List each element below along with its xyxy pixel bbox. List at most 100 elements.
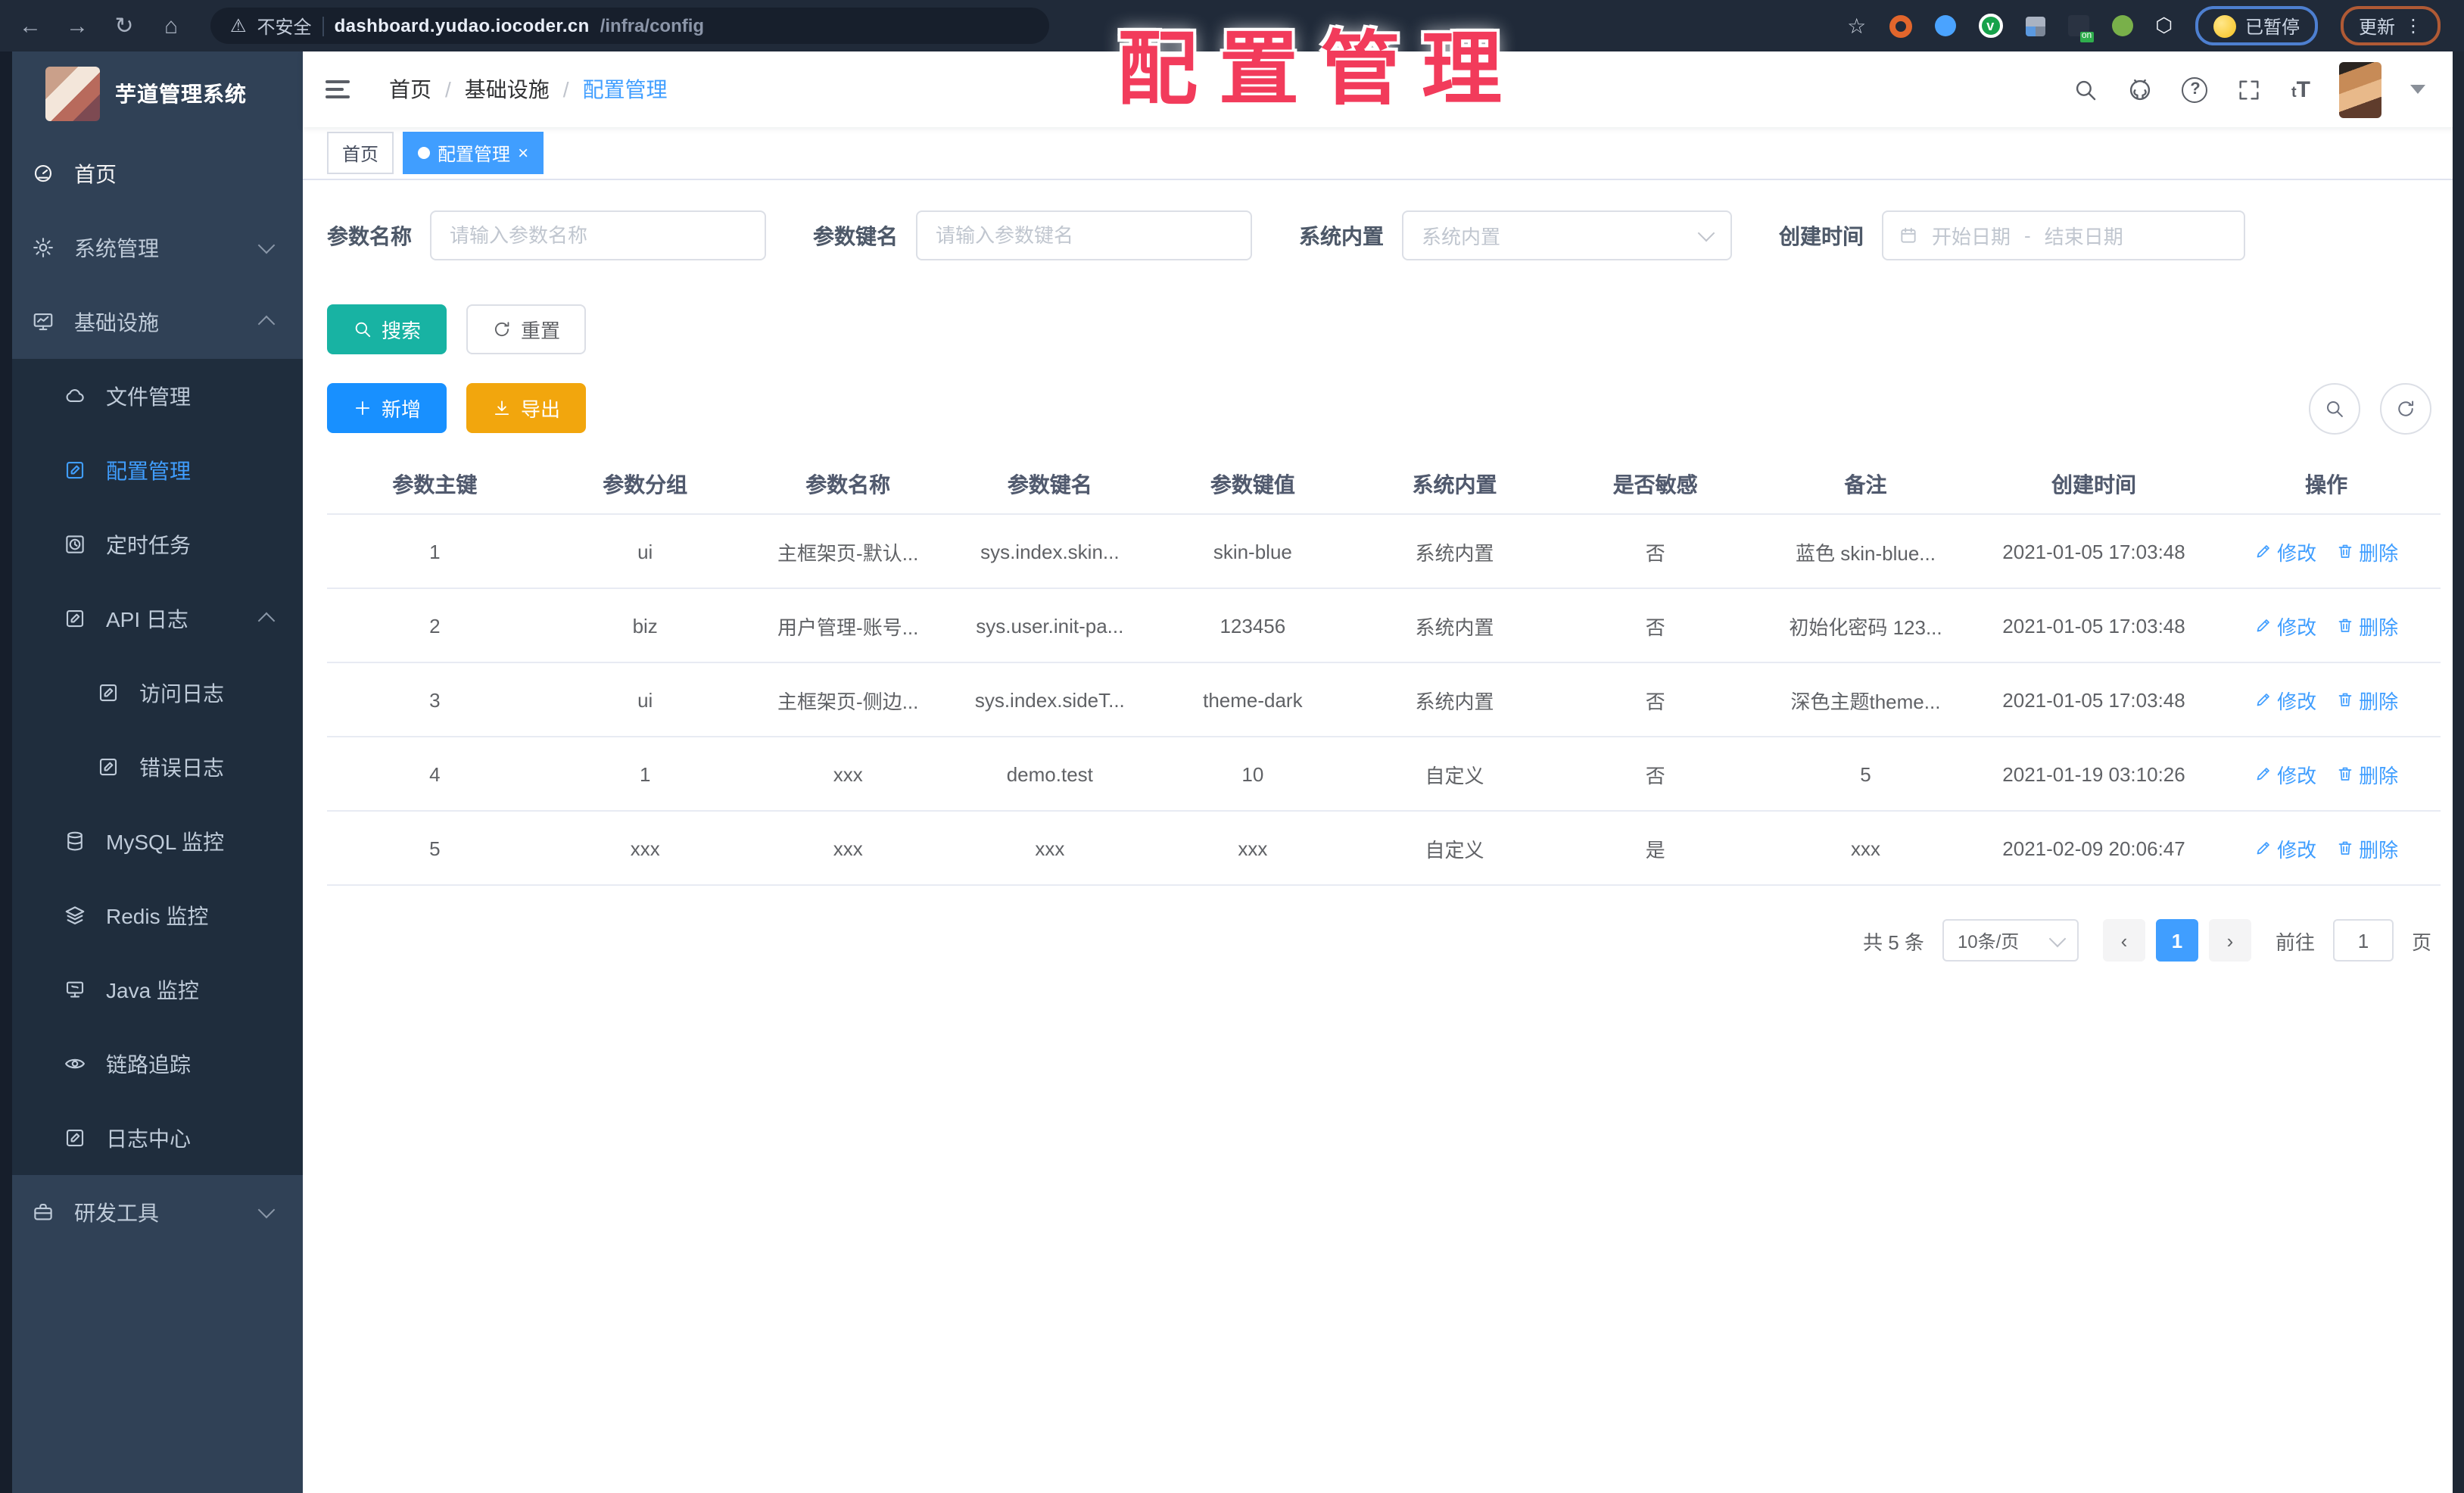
sidebar-item-scheduled-tasks[interactable]: 定时任务 <box>0 507 303 581</box>
browser-back-icon[interactable]: ← <box>12 13 48 39</box>
create-time-range-picker[interactable]: 开始日期 - 结束日期 <box>1882 210 2245 260</box>
sidebar-item-redis-monitor[interactable]: Redis 监控 <box>0 878 303 952</box>
builtin-select[interactable]: 系统内置 <box>1402 210 1732 260</box>
trash-icon <box>2336 839 2354 857</box>
download-icon <box>492 398 512 418</box>
edit-link[interactable]: 修改 <box>2254 537 2316 566</box>
sidebar-item-api-log[interactable]: API 日志 <box>0 581 303 656</box>
delete-link[interactable]: 删除 <box>2336 759 2398 788</box>
goto-page-input[interactable] <box>2332 919 2394 962</box>
page-unit-label: 页 <box>2411 930 2431 953</box>
add-button[interactable]: 新增 <box>327 383 447 433</box>
emoji-face-icon <box>2213 14 2236 37</box>
refresh-table-button[interactable] <box>2380 383 2431 435</box>
delete-link[interactable]: 删除 <box>2336 537 2398 566</box>
next-page-button[interactable]: › <box>2208 919 2251 962</box>
tab-config-mgmt[interactable]: 配置管理 × <box>403 132 544 174</box>
layers-icon <box>64 904 86 927</box>
app-logo-row[interactable]: 芋道管理系统 <box>0 51 303 136</box>
sidebar-item-log-center[interactable]: 日志中心 <box>0 1101 303 1175</box>
extension-grid-icon[interactable] <box>2025 16 2045 36</box>
sidebar-item-access-log[interactable]: 访问日志 <box>0 656 303 730</box>
col-header: 是否敏感 <box>1555 456 1756 515</box>
close-tab-icon[interactable]: × <box>518 144 528 162</box>
sidebar-item-config-mgmt[interactable]: 配置管理 <box>0 433 303 507</box>
sidebar-item-tracing[interactable]: 链路追踪 <box>0 1027 303 1101</box>
col-header: 备注 <box>1755 456 1976 515</box>
update-button[interactable]: 更新 ⋮ <box>2340 6 2441 45</box>
extension-blue-icon[interactable] <box>1934 15 1956 36</box>
page-content: 参数名称 参数键名 系统内置 系统内置 <box>303 180 2464 1493</box>
reset-button[interactable]: 重置 <box>466 304 587 354</box>
col-header: 参数键值 <box>1151 456 1354 515</box>
github-icon[interactable] <box>2128 76 2154 102</box>
delete-link[interactable]: 删除 <box>2336 685 2398 714</box>
browser-menu-dots-icon[interactable]: ⋮ <box>2404 15 2422 36</box>
user-avatar[interactable] <box>2339 61 2381 117</box>
delete-link[interactable]: 删除 <box>2336 611 2398 640</box>
sidebar-collapse-icon[interactable] <box>326 80 350 98</box>
export-button[interactable]: 导出 <box>466 383 587 433</box>
extension-green-icon[interactable]: v <box>1978 14 2003 38</box>
chevron-down-icon <box>2048 929 2067 947</box>
edit-link[interactable]: 修改 <box>2254 611 2316 640</box>
page-scrollbar[interactable] <box>2453 51 2464 1493</box>
extension-person-icon[interactable] <box>2111 15 2133 36</box>
paused-button[interactable]: 已暂停 <box>2195 6 2318 45</box>
browser-home-icon[interactable]: ⌂ <box>153 13 189 39</box>
sidebar-item-error-log[interactable]: 错误日志 <box>0 730 303 804</box>
create-time-label: 创建时间 <box>1779 223 1864 248</box>
eye-icon <box>64 1052 86 1075</box>
pencil-icon <box>2254 542 2272 560</box>
navbar-actions: ? tT <box>2073 61 2425 117</box>
edit-link[interactable]: 修改 <box>2254 685 2316 714</box>
display-icon <box>64 978 86 1001</box>
edit-link[interactable]: 修改 <box>2254 834 2316 862</box>
sidebar-item-home[interactable]: 首页 <box>0 136 303 210</box>
address-bar[interactable]: ⚠ 不安全 dashboard.yudao.iocoder.cn/infra/c… <box>210 8 1049 44</box>
sidebar-item-infrastructure[interactable]: 基础设施 <box>0 285 303 359</box>
sidebar-item-dev-tools[interactable]: 研发工具 <box>0 1175 303 1249</box>
tab-home[interactable]: 首页 <box>327 132 394 174</box>
param-key-input[interactable] <box>916 210 1252 260</box>
col-header: 系统内置 <box>1353 456 1556 515</box>
extension-orange-icon[interactable] <box>1889 14 1912 37</box>
page-size-select[interactable]: 10条/页 <box>1942 919 2079 962</box>
sidebar-item-java-monitor[interactable]: Java 监控 <box>0 952 303 1027</box>
breadcrumb-home[interactable]: 首页 <box>389 74 431 104</box>
app-logo-image <box>45 67 100 121</box>
table-row: 41 xxx demo.test 10 自定义 否5 2021-01-19 03:1… <box>327 737 2441 812</box>
font-size-icon[interactable]: tT <box>2291 76 2310 102</box>
builtin-label: 系统内置 <box>1299 223 1384 248</box>
total-count: 共 5 条 <box>1863 930 1924 953</box>
edit-link[interactable]: 修改 <box>2254 759 2316 788</box>
sidebar-item-system-mgmt[interactable]: 系统管理 <box>0 210 303 285</box>
col-header: 参数分组 <box>542 456 748 515</box>
col-header: 参数主键 <box>327 456 543 515</box>
breadcrumb-infrastructure[interactable]: 基础设施 <box>465 74 550 104</box>
pencil-icon <box>2254 616 2272 634</box>
delete-link[interactable]: 删除 <box>2336 834 2398 862</box>
extension-on-badge-icon[interactable] <box>2067 15 2094 42</box>
sidebar-item-mysql-monitor[interactable]: MySQL 监控 <box>0 804 303 878</box>
help-icon[interactable]: ? <box>2182 76 2208 102</box>
page-1-button[interactable]: 1 <box>2155 919 2198 962</box>
goto-label: 前往 <box>2275 930 2315 953</box>
param-name-input[interactable] <box>430 210 766 260</box>
browser-reload-icon[interactable]: ↻ <box>106 12 142 39</box>
fullscreen-icon[interactable] <box>2237 76 2263 102</box>
edit-square-icon <box>97 681 120 704</box>
table-header-row: 参数主键 参数分组 参数名称 参数键名 参数键值 系统内置 是否敏感 备注 创建… <box>327 456 2441 515</box>
avatar-dropdown-caret-icon[interactable] <box>2410 85 2425 94</box>
chevron-down-icon <box>257 236 276 254</box>
search-button[interactable]: 搜索 <box>327 304 447 354</box>
sidebar-item-file-mgmt[interactable]: 文件管理 <box>0 359 303 433</box>
main-area: 首页 / 基础设施 / 配置管理 ? tT 首页 配置管理 × 参数名称 请输入… <box>303 51 2464 1493</box>
bookmark-star-icon[interactable]: ☆ <box>1847 13 1866 39</box>
extensions-puzzle-icon[interactable]: ⬡ <box>2155 14 2173 38</box>
toggle-search-button[interactable] <box>2309 383 2360 435</box>
search-icon <box>353 319 372 339</box>
search-icon[interactable] <box>2073 76 2099 102</box>
browser-forward-icon[interactable]: → <box>59 13 95 39</box>
prev-page-button[interactable]: ‹ <box>2102 919 2145 962</box>
